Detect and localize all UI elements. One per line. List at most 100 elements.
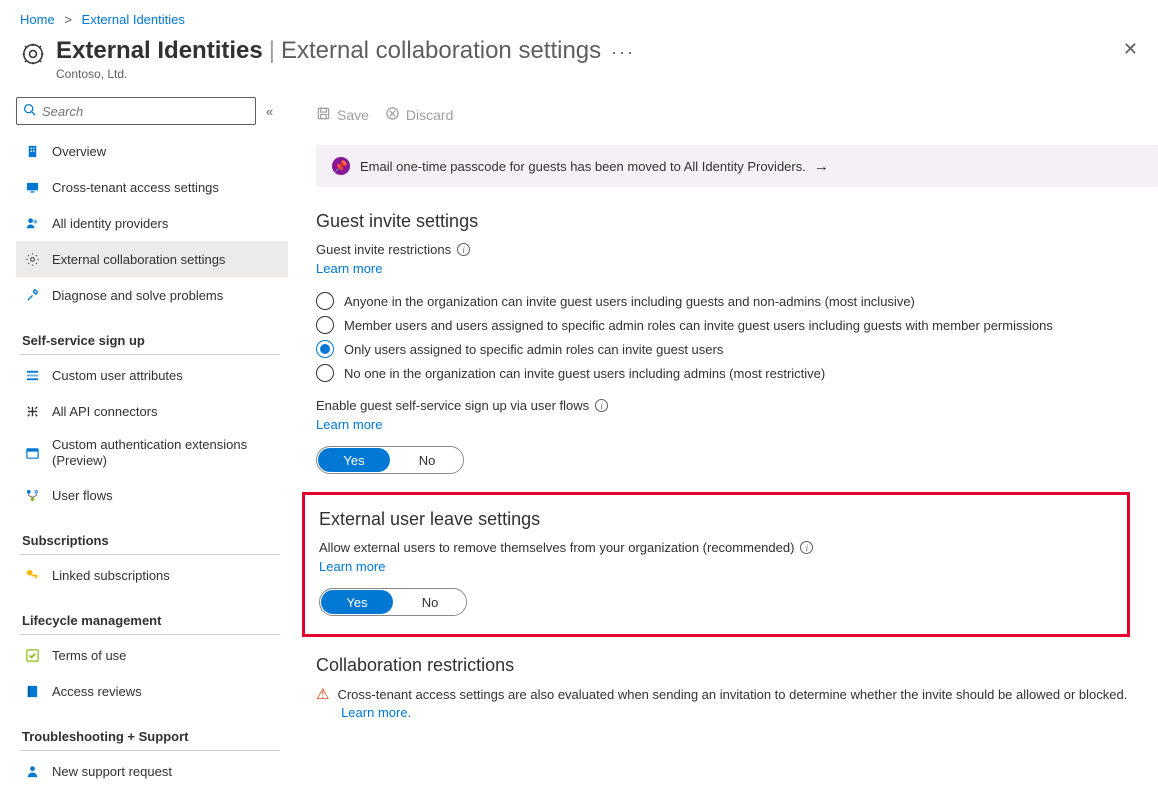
save-label: Save [337, 107, 369, 123]
radio-option-no-one[interactable]: No one in the organization can invite gu… [316, 364, 1158, 382]
breadcrumb: Home > External Identities [0, 0, 1158, 33]
sidebar: « Overview Cross-tenant access settings … [0, 97, 288, 809]
list-icon [24, 367, 40, 383]
radio-label: Member users and users assigned to speci… [344, 318, 1053, 333]
warning-text: Cross-tenant access settings are also ev… [337, 687, 1127, 702]
collab-restrictions-heading: Collaboration restrictions [316, 655, 1158, 676]
sidebar-item-api-connectors[interactable]: All API connectors [16, 393, 288, 429]
self-service-toggle[interactable]: Yes No [316, 446, 464, 474]
collapse-sidebar-icon[interactable]: « [266, 104, 273, 119]
sidebar-item-label: New support request [52, 764, 172, 779]
radio-icon [316, 364, 334, 382]
page-subtitle: External collaboration settings [281, 37, 601, 65]
section-divider [20, 634, 280, 635]
learn-more-link[interactable]: Learn more [316, 261, 382, 276]
key-icon [24, 567, 40, 583]
radio-icon [316, 316, 334, 334]
sidebar-item-label: Access reviews [52, 684, 142, 699]
toggle-no: No [391, 447, 463, 473]
sidebar-item-terms-of-use[interactable]: Terms of use [16, 637, 288, 673]
sidebar-item-custom-auth-ext[interactable]: Custom authentication extensions (Previe… [16, 429, 288, 477]
person-headset-icon [24, 763, 40, 779]
guest-invite-radio-group: Anyone in the organization can invite gu… [316, 292, 1158, 382]
guest-invite-restrictions-label: Guest invite restrictions i [316, 242, 1158, 257]
sidebar-item-new-support-request[interactable]: New support request [16, 753, 288, 789]
sidebar-section-troubleshooting: Troubleshooting + Support [22, 729, 288, 744]
sidebar-item-label: User flows [52, 488, 113, 503]
gear-icon [24, 251, 40, 267]
wrench-icon [24, 287, 40, 303]
save-button[interactable]: Save [316, 106, 369, 124]
discard-label: Discard [406, 107, 453, 123]
sidebar-section-self-service: Self-service sign up [22, 333, 288, 348]
toggle-yes: Yes [318, 448, 390, 472]
external-leave-label: Allow external users to remove themselve… [319, 540, 1113, 555]
monitor-icon [24, 179, 40, 195]
sidebar-section-subscriptions: Subscriptions [22, 533, 288, 548]
sidebar-item-label: All API connectors [52, 404, 158, 419]
section-divider [20, 354, 280, 355]
external-leave-toggle[interactable]: Yes No [319, 588, 467, 616]
sidebar-item-cross-tenant[interactable]: Cross-tenant access settings [16, 169, 288, 205]
sidebar-item-label: Overview [52, 144, 106, 159]
sidebar-item-overview[interactable]: Overview [16, 133, 288, 169]
external-leave-heading: External user leave settings [319, 509, 1113, 530]
collab-restrictions-warning: ⚠ Cross-tenant access settings are also … [316, 686, 1158, 722]
radio-label: No one in the organization can invite gu… [344, 366, 825, 381]
command-bar: Save Discard [316, 97, 1158, 133]
sidebar-item-external-collab-settings[interactable]: External collaboration settings [16, 241, 288, 277]
breadcrumb-current[interactable]: External Identities [82, 12, 185, 27]
info-icon[interactable]: i [595, 399, 608, 412]
info-icon[interactable]: i [457, 243, 470, 256]
page-header: External Identities | External collabora… [0, 33, 1158, 97]
page-title: External Identities [56, 37, 263, 65]
sidebar-section-lifecycle: Lifecycle management [22, 613, 288, 628]
sidebar-item-all-identity-providers[interactable]: All identity providers [16, 205, 288, 241]
breadcrumb-home[interactable]: Home [20, 12, 55, 27]
check-icon [24, 647, 40, 663]
sidebar-item-label: Custom user attributes [52, 368, 183, 383]
radio-label: Only users assigned to specific admin ro… [344, 342, 723, 357]
book-icon [24, 683, 40, 699]
people-icon [24, 215, 40, 231]
sidebar-item-custom-user-attrs[interactable]: Custom user attributes [16, 357, 288, 393]
section-divider [20, 554, 280, 555]
sidebar-item-label: Custom authentication extensions (Previe… [52, 437, 280, 468]
radio-icon [316, 340, 334, 358]
sidebar-item-label: Diagnose and solve problems [52, 288, 223, 303]
toggle-no: No [394, 589, 466, 615]
close-button[interactable]: ✕ [1123, 39, 1138, 60]
discard-button[interactable]: Discard [385, 106, 453, 124]
sidebar-item-label: External collaboration settings [52, 252, 225, 267]
sidebar-item-label: Cross-tenant access settings [52, 180, 219, 195]
radio-option-admins-only[interactable]: Only users assigned to specific admin ro… [316, 340, 1158, 358]
window-icon [24, 445, 40, 461]
info-banner-text: Email one-time passcode for guests has b… [360, 159, 806, 174]
self-service-signup-label: Enable guest self-service sign up via us… [316, 398, 1158, 413]
external-leave-highlight: External user leave settings Allow exter… [302, 492, 1130, 637]
sidebar-item-linked-subscriptions[interactable]: Linked subscriptions [16, 557, 288, 593]
radio-label: Anyone in the organization can invite gu… [344, 294, 915, 309]
discard-icon [385, 106, 400, 124]
sidebar-item-user-flows[interactable]: User flows [16, 477, 288, 513]
radio-option-anyone[interactable]: Anyone in the organization can invite gu… [316, 292, 1158, 310]
learn-more-link[interactable]: Learn more. [341, 705, 411, 720]
sidebar-item-label: All identity providers [52, 216, 168, 231]
sidebar-item-access-reviews[interactable]: Access reviews [16, 673, 288, 709]
search-input[interactable] [42, 104, 249, 119]
more-icon[interactable]: ··· [611, 42, 635, 63]
expand-icon [24, 403, 40, 419]
search-box[interactable] [16, 97, 256, 125]
radio-option-members[interactable]: Member users and users assigned to speci… [316, 316, 1158, 334]
info-banner[interactable]: 📌 Email one-time passcode for guests has… [316, 145, 1158, 187]
learn-more-link[interactable]: Learn more [316, 417, 382, 432]
close-icon: ✕ [1123, 39, 1138, 59]
sidebar-item-diagnose[interactable]: Diagnose and solve problems [16, 277, 288, 313]
flow-icon [24, 487, 40, 503]
warning-icon: ⚠ [316, 686, 329, 704]
learn-more-link[interactable]: Learn more [319, 559, 385, 574]
save-icon [316, 106, 331, 124]
gear-icon [20, 41, 46, 70]
building-icon [24, 143, 40, 159]
info-icon[interactable]: i [800, 541, 813, 554]
